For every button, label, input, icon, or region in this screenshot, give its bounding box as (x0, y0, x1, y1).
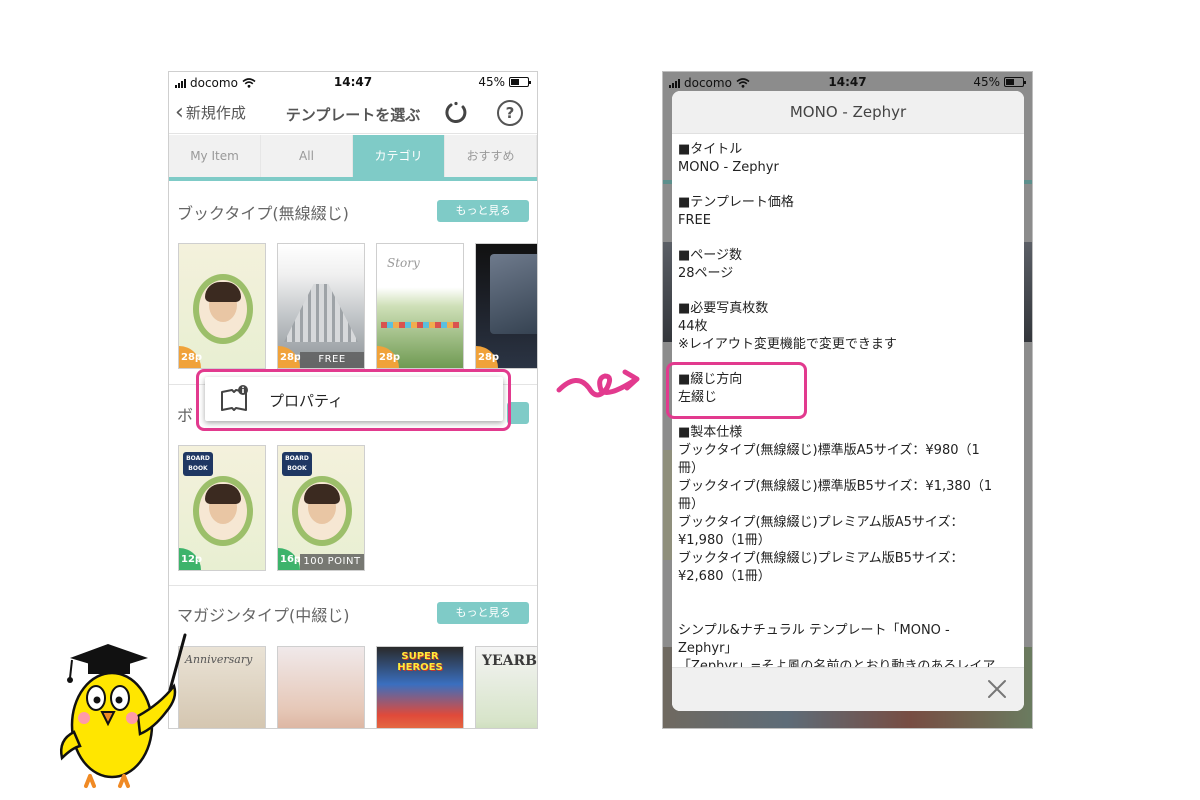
template-thumb[interactable]: Story 28p (376, 243, 464, 369)
battery: 45% (478, 75, 531, 89)
page-count-badge: 28p (476, 346, 499, 368)
battery-icon (509, 77, 531, 87)
property-price: テンプレート価格 FREE (678, 194, 1018, 230)
cover-script: Story (387, 256, 420, 270)
tab-all[interactable]: All (261, 135, 353, 177)
property-heading: 必要写真枚数 (678, 300, 1018, 318)
tab-bar: My Item All カテゴリ おすすめ (169, 135, 537, 181)
price-label: FREE (300, 352, 364, 368)
child-hair (205, 282, 241, 302)
spec-line: ブックタイプ(無線綴じ)標準版A5サイズ：¥980（1 (678, 443, 980, 458)
property-pages: ページ数 28ページ (678, 247, 1018, 283)
board-book-badge: BOARD BOOK (183, 452, 213, 476)
dimmed-thumb (663, 242, 672, 342)
template-thumb[interactable]: 28p (475, 243, 537, 369)
spec-line: ブックタイプ(無線綴じ)プレミアム版A5サイズ： (678, 515, 964, 530)
property-photos: 必要写真枚数 44枚 ※レイアウト変更機能で変更できます (678, 300, 1018, 354)
dimmed-thumb (1024, 242, 1032, 342)
child-hair (205, 484, 241, 504)
page-count-badge: 28p (377, 346, 400, 368)
template-thumb[interactable]: BOARD BOOK 12p (178, 445, 266, 571)
child-hair (304, 484, 340, 504)
spec-line: 冊） (678, 461, 705, 476)
more-button[interactable]: もっと見る (437, 602, 529, 624)
cover-title: SUPER HEROES (397, 651, 443, 673)
book-info-icon (221, 385, 248, 411)
divider (169, 585, 537, 586)
property-heading: 製本仕様 (678, 424, 1018, 442)
template-thumb[interactable]: YEARBO (475, 646, 538, 728)
property-menu-item[interactable]: プロパティ (205, 377, 503, 421)
mascot-chick-illustration (60, 633, 187, 788)
section-title: マガジンタイプ(中綴じ) (177, 606, 350, 625)
dialog-title: MONO - Zephyr (672, 91, 1024, 134)
spec-line: ブックタイプ(無線綴じ)標準版B5サイズ：¥1,380（1 (678, 479, 993, 494)
property-value: MONO - Zephyr (678, 160, 779, 175)
more-button[interactable]: もっと見る (437, 200, 529, 222)
spec-line: ¥2,680（1冊） (678, 569, 771, 584)
cover-title: YEARBO (482, 653, 538, 669)
template-thumb[interactable]: 28p FREE (277, 243, 365, 369)
template-thumb[interactable]: 28p (178, 243, 266, 369)
page-count-badge: 12p (179, 548, 202, 570)
property-heading: ページ数 (678, 247, 1018, 265)
cover-photo (490, 254, 537, 334)
nav-bar: ‹ 新規作成 テンプレートを選ぶ ? (169, 94, 537, 134)
property-heading: タイトル (678, 141, 1018, 159)
price-label: 100 POINT (300, 554, 364, 570)
page-title: テンプレートを選ぶ (285, 106, 421, 124)
bunting-image (381, 322, 459, 328)
spec-line: ブックタイプ(無線綴じ)プレミアム版B5サイズ： (678, 551, 964, 566)
arrow-right-icon (556, 369, 640, 398)
section-title: ブックタイプ(無線綴じ) (177, 204, 349, 223)
spec-line: 冊） (678, 497, 705, 512)
section-magazine-type: マガジンタイプ(中綴じ) もっと見る Anniversary SUPER HER… (169, 590, 538, 728)
tab-category[interactable]: カテゴリ (353, 135, 445, 177)
status-bar: docomo 14:47 45% (169, 72, 537, 94)
section-title: ボ (177, 406, 194, 425)
page-count-badge: 28p (179, 346, 202, 368)
property-heading: テンプレート価格 (678, 194, 1018, 212)
battery-percent: 45% (478, 75, 505, 89)
battery: 45% (973, 75, 1026, 89)
battery-percent: 45% (973, 75, 1000, 89)
page-count-badge: 28p (278, 346, 301, 368)
dialog-footer (672, 667, 1024, 711)
refresh-icon[interactable] (443, 100, 469, 126)
description-line: シンプル&ナチュラル テンプレート「MONO - (678, 623, 950, 638)
tab-my-item[interactable]: My Item (169, 135, 261, 177)
section-book-type: ブックタイプ(無線綴じ) もっと見る 28p 28p FREE Story 28… (169, 190, 537, 390)
property-value: 28ページ (678, 266, 734, 281)
help-button[interactable]: ? (497, 100, 523, 126)
property-value: FREE (678, 213, 711, 228)
template-thumb[interactable]: BOARD BOOK 16p 100 POINT (277, 445, 365, 571)
description: シンプル&ナチュラル テンプレート「MONO - Zephyr」 「Zephyr… (678, 622, 1018, 667)
property-title: タイトル MONO - Zephyr (678, 141, 1018, 177)
description-line: Zephyr」 (678, 641, 738, 656)
battery-icon (1004, 77, 1026, 87)
page-count-badge: 16p (278, 548, 301, 570)
dimmed-tab-strip (1024, 180, 1032, 184)
description-line: 「Zephyr」=そよ風の名前のとおり動きのあるレイア (678, 659, 996, 667)
board-book-badge: BOARD BOOK (282, 452, 312, 476)
template-thumb[interactable]: SUPER HEROES (376, 646, 464, 728)
spec-line: ¥1,980（1冊） (678, 533, 771, 548)
close-icon[interactable] (986, 678, 1008, 700)
bridge-photo (284, 284, 358, 342)
property-value: 44枚 (678, 319, 708, 334)
highlight-outline (666, 362, 807, 419)
property-spec: 製本仕様 ブックタイプ(無線綴じ)標準版A5サイズ：¥980（1 冊） ブックタ… (678, 424, 1018, 586)
dimmed-thumb (663, 450, 672, 560)
template-thumb[interactable] (277, 646, 365, 728)
property-label: プロパティ (269, 392, 344, 410)
property-note: ※レイアウト変更機能で変更できます (678, 337, 897, 352)
tab-recommended[interactable]: おすすめ (445, 135, 537, 177)
